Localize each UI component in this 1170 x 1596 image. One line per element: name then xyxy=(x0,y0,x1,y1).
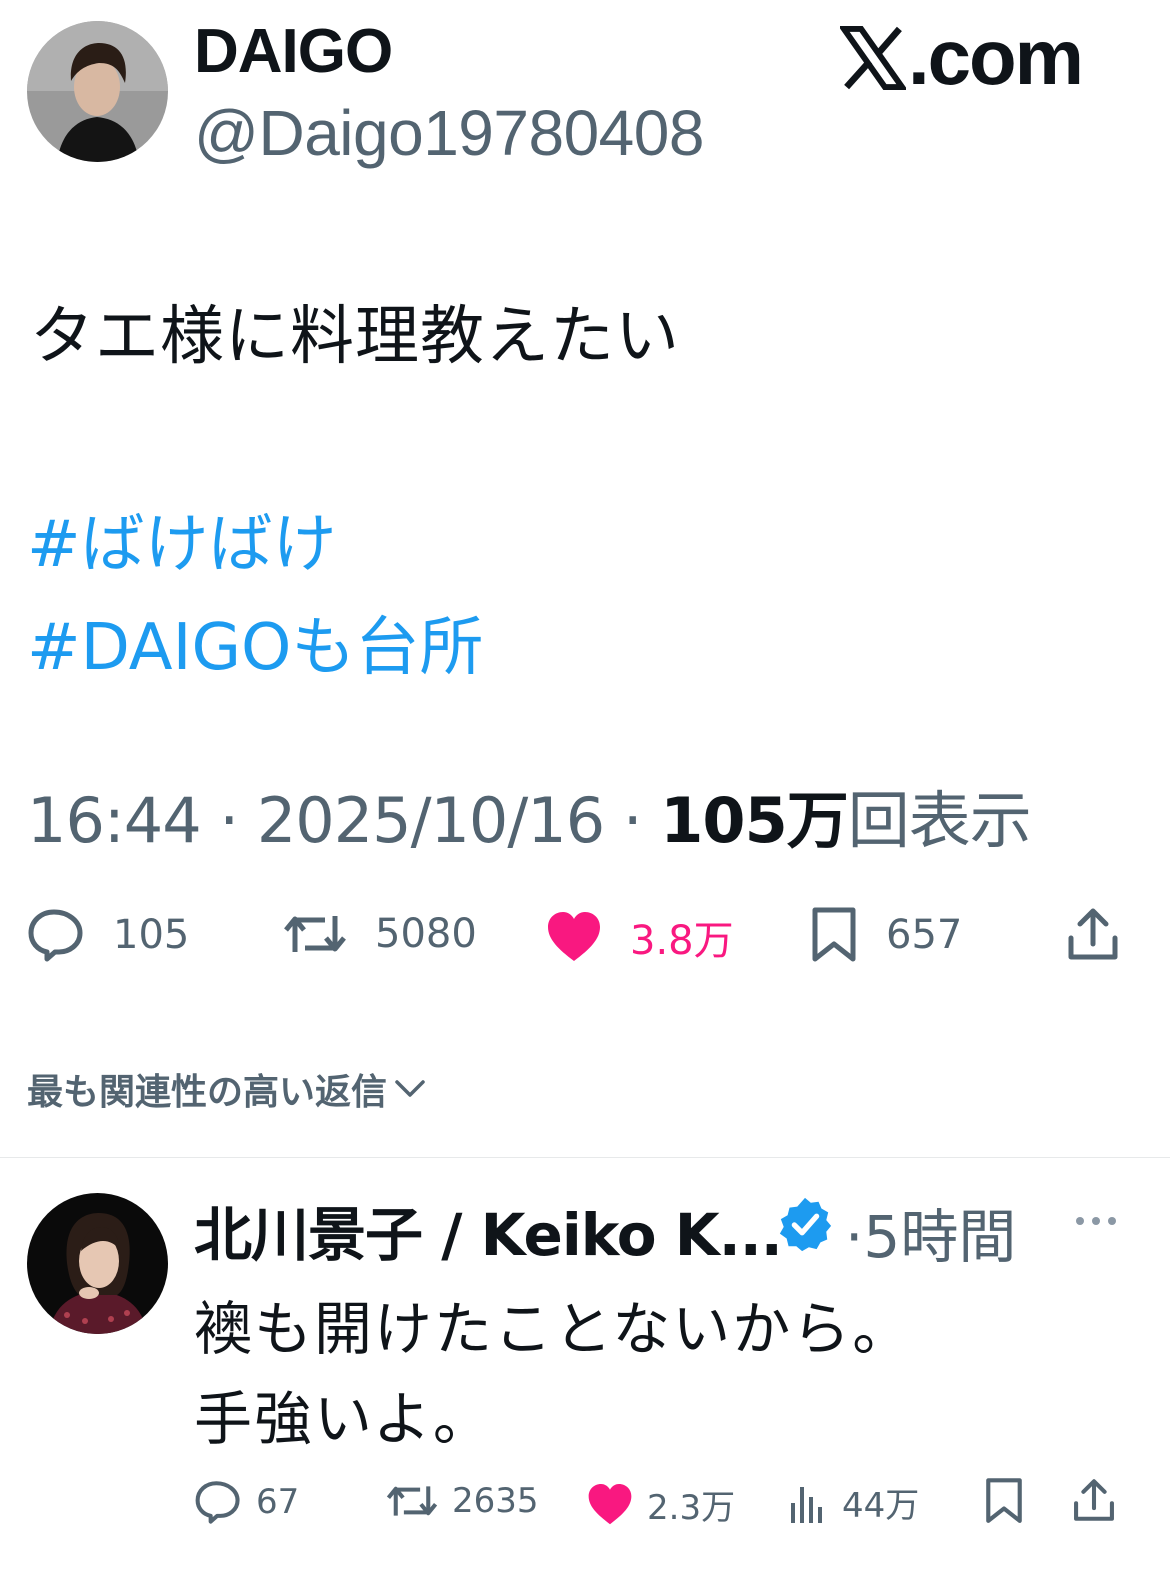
reply-text-line: 襖も開けたことないから。 xyxy=(194,1295,913,1363)
bookmark-count: 657 xyxy=(886,912,963,958)
share-button[interactable] xyxy=(1066,906,1120,962)
tweet-text: タエ様に料理教えたい xyxy=(30,300,680,374)
reply-icon xyxy=(195,1481,240,1524)
reply-text-line: 手強いよ。 xyxy=(194,1385,493,1453)
reply-sort-dropdown[interactable]: 最も関連性の高い返信 xyxy=(27,1063,427,1115)
heart-filled-icon xyxy=(588,1483,632,1525)
reply-like-count: 2.3万 xyxy=(647,1488,736,1528)
meta-separator: · xyxy=(604,784,661,857)
views-count: 105万 xyxy=(660,784,848,857)
share-icon xyxy=(1068,908,1118,960)
bookmark-icon xyxy=(986,1478,1022,1523)
reply-display-name[interactable]: 北川景子 / Keiko K... xyxy=(194,1188,783,1272)
reply-share-button[interactable] xyxy=(1072,1477,1116,1523)
reply-views-button[interactable]: 44万 xyxy=(788,1478,919,1527)
reply-timestamp[interactable]: ·5時間 xyxy=(845,1190,1016,1274)
repost-button[interactable]: 5080 xyxy=(283,910,477,958)
reply-bookmark-button[interactable] xyxy=(984,1477,1024,1525)
x-brand-watermark: .com xyxy=(839,12,1084,103)
repost-icon xyxy=(284,916,346,952)
views-label: 回表示 xyxy=(847,784,1032,857)
x-logo-icon xyxy=(839,25,906,90)
repost-icon xyxy=(386,1486,438,1516)
author-display-name[interactable]: DAIGO xyxy=(194,16,393,87)
repost-count: 5080 xyxy=(375,911,477,957)
heart-filled-icon xyxy=(548,912,600,961)
meta-separator: · xyxy=(200,784,257,857)
views-icon xyxy=(791,1486,822,1523)
reply-repost-button[interactable]: 2635 xyxy=(386,1481,539,1521)
tweet-date[interactable]: 2025/10/16 xyxy=(257,784,605,857)
reply-repost-count: 2635 xyxy=(452,1481,539,1521)
reply-sort-label: 最も関連性の高い返信 xyxy=(27,1072,388,1113)
like-button[interactable]: 3.8万 xyxy=(546,908,734,966)
reply-avatar[interactable] xyxy=(27,1193,168,1334)
tweet-meta: 16:44 · 2025/10/16 · 105万回表示 xyxy=(27,770,1032,860)
reply-like-button[interactable]: 2.3万 xyxy=(587,1480,735,1529)
reply-icon xyxy=(28,909,83,962)
reply-reply-count: 67 xyxy=(256,1482,300,1522)
section-divider xyxy=(0,1157,1170,1158)
hashtag-link[interactable]: #DAIGOも台所 xyxy=(27,596,483,688)
bookmark-icon xyxy=(812,907,856,962)
like-count: 3.8万 xyxy=(630,918,734,964)
hashtag-link[interactable]: #ばけばけ xyxy=(27,493,337,585)
author-handle[interactable]: @Daigo19780408 xyxy=(194,96,704,170)
bookmark-button[interactable]: 657 xyxy=(810,906,962,964)
brand-label: .com xyxy=(907,13,1084,101)
reply-views-count: 44万 xyxy=(842,1486,920,1526)
author-avatar[interactable] xyxy=(27,21,168,162)
reply-reply-button[interactable]: 67 xyxy=(194,1480,299,1524)
reply-count: 105 xyxy=(113,912,190,958)
verified-badge-icon xyxy=(779,1197,832,1252)
more-icon[interactable] xyxy=(1073,1206,1119,1236)
share-icon xyxy=(1074,1479,1114,1521)
chevron-down-icon xyxy=(395,1080,425,1097)
tweet-time[interactable]: 16:44 xyxy=(27,784,202,857)
reply-button[interactable]: 105 xyxy=(27,908,189,962)
